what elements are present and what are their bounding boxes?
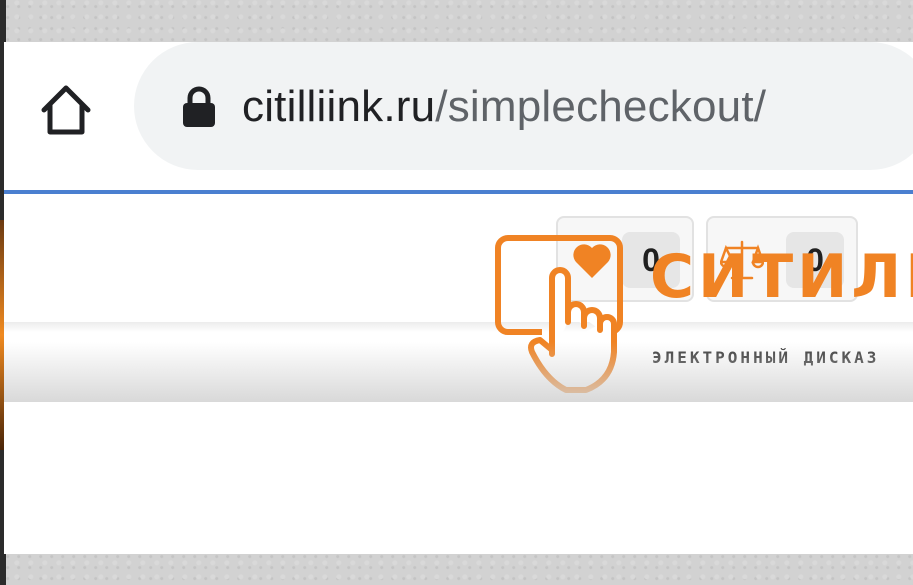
phone-screen: citilliink.ru/simplecheckout/ 0 0 СИТИЛ …: [4, 42, 913, 554]
photo-frame: citilliink.ru/simplecheckout/ 0 0 СИТИЛ …: [0, 0, 913, 585]
browser-address-bar: citilliink.ru/simplecheckout/: [4, 42, 913, 190]
home-icon: [41, 85, 91, 135]
url-field[interactable]: citilliink.ru/simplecheckout/: [134, 42, 913, 170]
logo-title: СИТИЛИ: [650, 242, 913, 312]
logo-subtitle: ЭЛЕКТРОННЫЙ ДИСКАЗ: [652, 348, 880, 367]
logo-hand-icon: [495, 235, 623, 393]
lock-icon: [183, 86, 215, 127]
url-text: citilliink.ru/simplecheckout/: [242, 80, 766, 134]
url-domain: citilliink.ru: [242, 82, 436, 131]
url-path: /simplecheckout/: [435, 82, 767, 131]
header-divider: [4, 322, 913, 332]
home-button[interactable]: [36, 80, 96, 140]
